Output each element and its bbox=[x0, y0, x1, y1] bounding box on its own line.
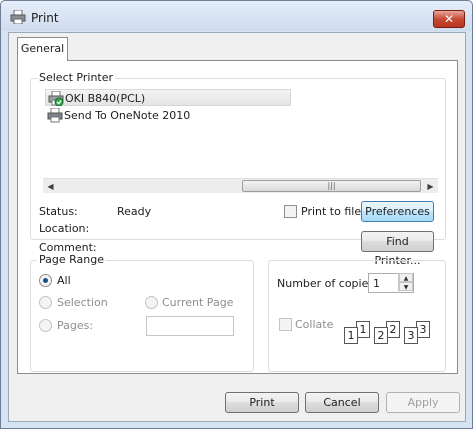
collate-illustration: 1 1 2 2 3 3 bbox=[344, 321, 444, 351]
dialog-client-area: General Select Printer OKI B840(PCL) Sen… bbox=[8, 32, 466, 422]
spin-up-icon[interactable]: ▲ bbox=[399, 273, 413, 282]
cancel-button-label: Cancel bbox=[323, 396, 361, 409]
apply-button[interactable]: Apply bbox=[386, 392, 460, 413]
collate-page: 3 bbox=[404, 327, 418, 344]
pages-input[interactable] bbox=[146, 316, 234, 336]
selection-radio[interactable] bbox=[39, 296, 52, 309]
select-printer-legend: Select Printer bbox=[37, 71, 116, 84]
collate-page: 1 bbox=[344, 327, 358, 344]
print-button[interactable]: Print bbox=[225, 392, 299, 413]
collate-page: 2 bbox=[374, 327, 388, 344]
status-value: Ready bbox=[117, 205, 152, 218]
preferences-button[interactable]: Preferences bbox=[361, 201, 434, 222]
close-button[interactable]: ✕ bbox=[433, 10, 465, 28]
title-bar[interactable]: Print ✕ bbox=[1, 1, 472, 31]
print-dialog-window: Print ✕ General Select Printer OKI B840(… bbox=[0, 0, 473, 429]
close-icon: ✕ bbox=[443, 12, 455, 26]
current-page-radio-label[interactable]: Current Page bbox=[162, 296, 233, 309]
current-page-radio[interactable] bbox=[145, 296, 158, 309]
tab-general[interactable]: General bbox=[17, 37, 68, 61]
collate-page: 2 bbox=[386, 321, 400, 338]
collate-label[interactable]: Collate bbox=[295, 318, 333, 331]
printer-name: OKI B840(PCL) bbox=[65, 92, 146, 105]
printer-icon bbox=[47, 108, 63, 123]
copies-spinner[interactable]: ▲ ▼ bbox=[398, 273, 413, 293]
scroll-right-arrow-icon[interactable]: ▶ bbox=[423, 179, 438, 194]
printer-list[interactable]: OKI B840(PCL) Send To OneNote 2010 bbox=[43, 89, 438, 161]
selection-radio-label[interactable]: Selection bbox=[57, 296, 108, 309]
print-to-file-label[interactable]: Print to file bbox=[301, 205, 361, 218]
copies-input[interactable]: 1 ▲ ▼ bbox=[368, 273, 414, 293]
pages-radio[interactable] bbox=[39, 319, 52, 332]
tab-general-label: General bbox=[20, 42, 65, 55]
scroll-left-arrow-icon[interactable]: ◀ bbox=[43, 179, 58, 194]
copies-label: Number of copies: bbox=[277, 277, 378, 290]
find-printer-button[interactable]: Find Printer... bbox=[361, 231, 434, 267]
general-tab-panel: Select Printer OKI B840(PCL) Send To One… bbox=[17, 60, 458, 374]
preferences-button-label: Preferences bbox=[365, 205, 430, 218]
copies-input-value: 1 bbox=[373, 277, 380, 290]
copies-group: Number of copies: 1 ▲ ▼ Collate 1 1 2 2 … bbox=[268, 260, 446, 372]
status-label: Status: bbox=[39, 205, 78, 218]
printer-default-icon bbox=[48, 91, 64, 106]
printer-list-horizontal-scrollbar[interactable]: ◀ ||| ▶ bbox=[43, 178, 438, 193]
collate-checkbox[interactable] bbox=[279, 318, 292, 331]
printer-item-oki-b840[interactable]: OKI B840(PCL) bbox=[45, 89, 291, 106]
location-label: Location: bbox=[39, 222, 90, 235]
print-to-file-checkbox[interactable] bbox=[284, 205, 297, 218]
scrollbar-thumb[interactable]: ||| bbox=[242, 180, 421, 192]
spin-down-icon[interactable]: ▼ bbox=[399, 282, 413, 291]
printer-icon bbox=[10, 10, 26, 24]
printer-name: Send To OneNote 2010 bbox=[64, 109, 191, 122]
collate-page: 1 bbox=[356, 321, 370, 338]
printer-item-send-to-onenote[interactable]: Send To OneNote 2010 bbox=[45, 107, 245, 124]
pages-radio-label[interactable]: Pages: bbox=[57, 319, 93, 332]
window-title: Print bbox=[31, 11, 59, 25]
apply-button-label: Apply bbox=[407, 396, 439, 409]
page-range-legend: Page Range bbox=[37, 253, 106, 266]
all-radio-label[interactable]: All bbox=[57, 274, 71, 287]
all-radio[interactable] bbox=[39, 274, 52, 287]
cancel-button[interactable]: Cancel bbox=[305, 392, 379, 413]
select-printer-group: Select Printer OKI B840(PCL) Send To One… bbox=[30, 71, 446, 267]
print-button-label: Print bbox=[249, 396, 275, 409]
collate-page: 3 bbox=[416, 321, 430, 338]
page-range-group: Page Range All Selection Current Page Pa… bbox=[30, 253, 254, 372]
